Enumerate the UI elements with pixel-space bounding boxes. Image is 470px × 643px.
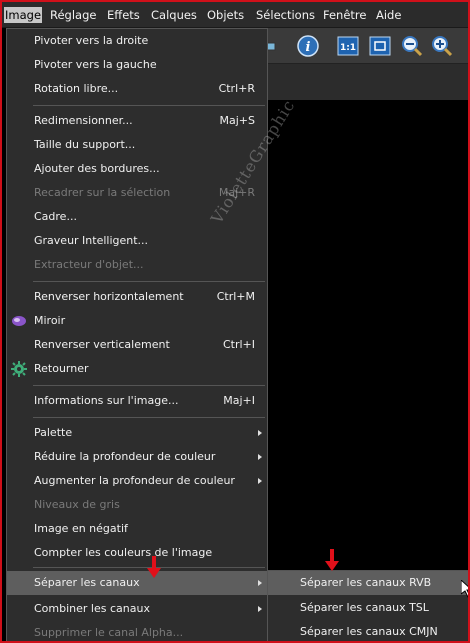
menu-item-decrease-color-depth[interactable]: Réduire la profondeur de couleur [7,445,267,469]
menu-item-smart-carver[interactable]: Graveur Intelligent... [7,229,267,253]
actual-size-icon[interactable]: 1:1 [336,34,360,58]
menu-item-combine-channel[interactable]: Combiner les canaux [7,597,267,621]
menu-separator [33,385,265,386]
submenu-item-split-rgb[interactable]: Séparer les canaux RVB [268,571,468,595]
submenu-arrow-icon [258,478,262,484]
zoom-in-icon[interactable] [430,34,454,58]
menu-selections[interactable]: Sélections [255,7,316,23]
image-menu-dropdown: Pivoter vers la droite Pivoter vers la g… [6,28,268,641]
menu-aide[interactable]: Aide [375,7,402,23]
screenshot-frame: Image Réglage Effets Calques Objets Séle… [0,0,470,643]
menu-item-palette[interactable]: Palette [7,421,267,445]
flip-gear-icon [11,361,27,377]
menu-effets[interactable]: Effets [106,7,141,23]
submenu-arrow-icon [258,454,262,460]
menu-separator [33,281,265,282]
workspace-canvas [264,100,468,570]
submenu-item-split-hsl[interactable]: Séparer les canaux TSL [268,596,468,620]
menu-separator [33,105,265,106]
menu-item-greyscale: Niveaux de gris [34,498,120,511]
menu-calques[interactable]: Calques [150,7,198,23]
menu-item-flip-horizontal[interactable]: Renverser horizontalement Ctrl+M [7,285,267,309]
menu-item-delete-alpha-channel: Supprimer le canal Alpha... [34,626,184,639]
fit-window-icon[interactable] [368,34,392,58]
menu-item-count-colors[interactable]: Compter les couleurs de l'image [7,541,267,565]
split-channel-submenu: Séparer les canaux RVB Séparer les canau… [267,570,468,641]
submenu-arrow-icon [258,606,262,612]
menu-item-rotate-left[interactable]: Pivoter vers la gauche [7,53,267,77]
zoom-out-icon[interactable] [400,34,424,58]
menu-item-flip-vertical[interactable]: Renverser verticalement Ctrl+I [7,333,267,357]
menu-item-canvas-size[interactable]: Taille du support... [7,133,267,157]
menu-item-split-channel[interactable]: Séparer les canaux [7,571,267,595]
menu-bar: Image Réglage Effets Calques Objets Séle… [2,2,468,28]
zoom-ratio-label: 1:1 [340,43,356,53]
menu-item-free-rotate[interactable]: Rotation libre... Ctrl+R [7,77,267,101]
menu-item-add-borders[interactable]: Ajouter des bordures... [7,157,267,181]
menu-image[interactable]: Image [4,7,43,23]
menu-item-object-extractor: Extracteur d'objet... [34,258,144,271]
menu-item-mirror[interactable]: Miroir [7,309,267,333]
submenu-arrow-icon [258,430,262,436]
menu-item-resize[interactable]: Redimensionner... Maj+S [7,109,267,133]
menu-item-image-info[interactable]: Informations sur l'image... Maj+I [7,389,267,413]
mirror-icon [11,313,27,329]
menu-separator [33,417,265,418]
menu-reglage[interactable]: Réglage [49,7,97,23]
submenu-arrow-icon [258,580,262,586]
annotation-arrow-icon [147,556,161,578]
mouse-cursor-icon [461,580,468,598]
menu-item-rotate-right[interactable]: Pivoter vers la droite [7,29,267,53]
menu-objets[interactable]: Objets [206,7,245,23]
toolbar: i 1:1 [264,28,468,64]
menu-item-increase-color-depth[interactable]: Augmenter la profondeur de couleur [7,469,267,493]
menu-item-negative-image[interactable]: Image en négatif [7,517,267,541]
submenu-item-split-cmyk[interactable]: Séparer les canaux CMJN [268,620,468,641]
menu-fenetre[interactable]: Fenêtre [322,7,367,23]
menu-item-flip[interactable]: Retourner [7,357,267,381]
annotation-arrow-icon [325,549,339,571]
